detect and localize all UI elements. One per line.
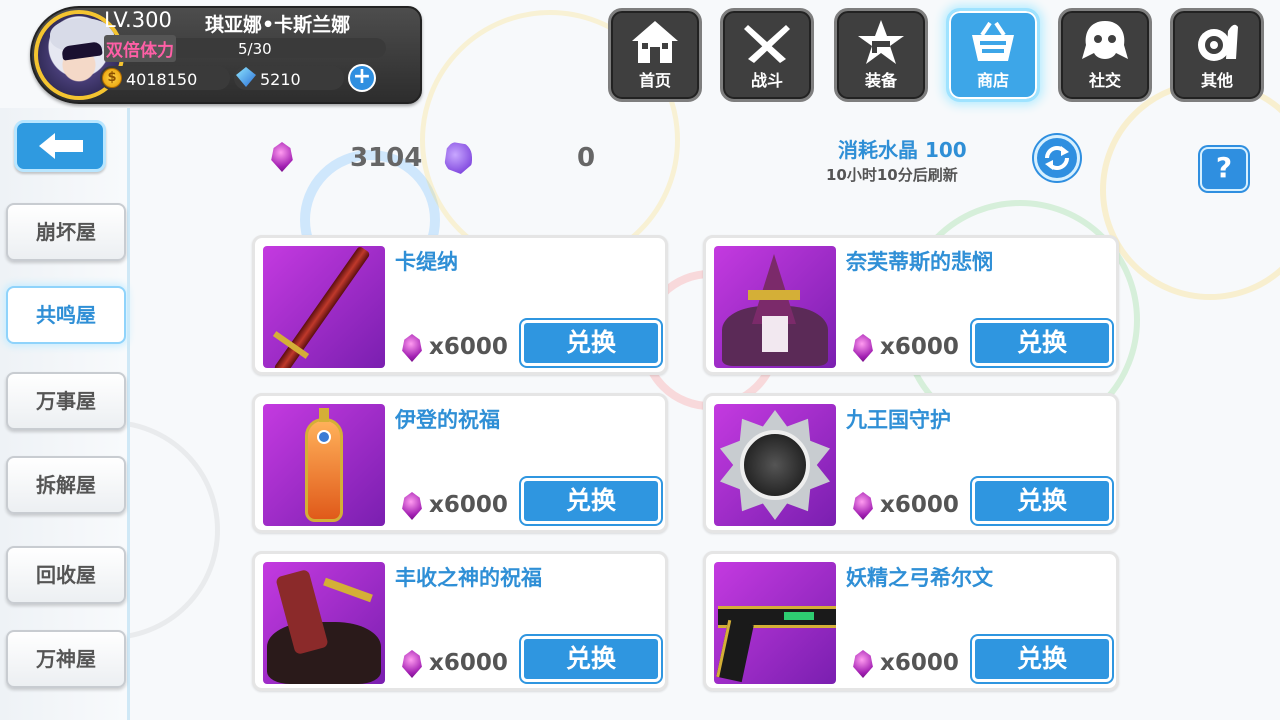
- house-icon: [632, 21, 678, 63]
- swirl-amount: 0: [577, 143, 596, 173]
- item-name: 九王国守护: [846, 408, 951, 432]
- item-price: x6000: [429, 650, 508, 676]
- item-price: x6000: [880, 492, 959, 518]
- back-arrow-icon: [39, 133, 83, 159]
- shop-item-card: 奈芙蒂斯的悲悯 x6000 兑换: [703, 235, 1119, 375]
- item-price: x6000: [429, 334, 508, 360]
- exchange-button[interactable]: 兑换: [972, 636, 1112, 682]
- nav-battle-button[interactable]: 战斗: [720, 8, 814, 102]
- refresh-countdown: 10小时10分后刷新: [826, 166, 958, 184]
- exchange-button[interactable]: 兑换: [972, 320, 1112, 366]
- item-name: 妖精之弓希尔文: [846, 566, 993, 590]
- nav-shop-label: 商店: [976, 71, 1009, 90]
- sidebar-item-honkai-house[interactable]: 崩坏屋: [6, 203, 126, 261]
- help-button[interactable]: ?: [1200, 147, 1248, 191]
- item-price: x6000: [880, 334, 959, 360]
- purple-swirl-icon: [444, 142, 472, 174]
- crystal-amount: 3104: [350, 143, 423, 173]
- purple-crystal-icon: [271, 142, 293, 172]
- nav-other-label: 其他: [1200, 71, 1233, 90]
- refresh-cost: 消耗水晶 100: [838, 138, 967, 162]
- exchange-button[interactable]: 兑换: [521, 636, 661, 682]
- player-name: 琪亚娜•卡斯兰娜: [205, 14, 351, 36]
- shop-item-card: 丰收之神的祝福 x6000 兑换: [252, 551, 668, 691]
- crossed-swords-icon: [744, 25, 790, 63]
- price-crystal-icon: [402, 650, 422, 678]
- nav-social-label: 社交: [1088, 71, 1121, 90]
- refresh-button[interactable]: [1034, 135, 1080, 181]
- price-crystal-icon: [402, 334, 422, 362]
- shopping-basket-icon: [972, 21, 1014, 61]
- price-crystal-icon: [853, 650, 873, 678]
- item-name: 卡缇纳: [395, 250, 458, 274]
- add-currency-button[interactable]: +: [348, 64, 376, 92]
- skirt-icon: [263, 562, 385, 684]
- nav-equip-label: 装备: [864, 71, 897, 90]
- shop-item-card: 卡缇纳 x6000 兑换: [252, 235, 668, 375]
- price-crystal-icon: [402, 492, 422, 520]
- pistol-icon: [714, 562, 836, 684]
- stamina-label: 双倍体力: [104, 35, 176, 62]
- price-crystal-icon: [853, 334, 873, 362]
- sidebar-item-pantheon-house[interactable]: 万神屋: [6, 630, 126, 688]
- refresh-icon: [1045, 146, 1069, 170]
- nav-home-button[interactable]: 首页: [608, 8, 702, 102]
- shop-item-card: 九王国守护 x6000 兑换: [703, 393, 1119, 533]
- sword-icon: [263, 246, 385, 368]
- item-name: 奈芙蒂斯的悲悯: [846, 250, 993, 274]
- gem-amount: 5210: [260, 70, 301, 89]
- nav-battle-label: 战斗: [750, 71, 783, 90]
- star-gun-icon: [858, 20, 904, 64]
- shop-item-card: 伊登的祝福 x6000 兑换: [252, 393, 668, 533]
- snail-icon: [1198, 24, 1238, 61]
- item-price: x6000: [429, 492, 508, 518]
- lantern-icon: [263, 404, 385, 526]
- stamina-value: 5/30: [238, 40, 272, 58]
- medal-tree-icon: [714, 404, 836, 526]
- item-price: x6000: [880, 650, 959, 676]
- sidebar-item-general-house[interactable]: 万事屋: [6, 372, 126, 430]
- nav-shop-button[interactable]: 商店: [946, 8, 1040, 102]
- sidebar-item-recycle-house[interactable]: 回收屋: [6, 546, 126, 604]
- exchange-button[interactable]: 兑换: [972, 478, 1112, 524]
- item-name: 丰收之神的祝福: [395, 566, 542, 590]
- player-level: LV.300: [104, 8, 172, 32]
- gold-amount: 4018150: [126, 70, 198, 89]
- sidebar-item-resonance-house[interactable]: 共鸣屋: [6, 286, 126, 344]
- back-button[interactable]: [14, 120, 106, 172]
- item-name: 伊登的祝福: [395, 408, 500, 432]
- nav-social-button[interactable]: 社交: [1058, 8, 1152, 102]
- shop-item-card: 妖精之弓希尔文 x6000 兑换: [703, 551, 1119, 691]
- exchange-button[interactable]: 兑换: [521, 478, 661, 524]
- nav-other-button[interactable]: 其他: [1170, 8, 1264, 102]
- sidebar-item-dismantle-house[interactable]: 拆解屋: [6, 456, 126, 514]
- nav-equip-button[interactable]: 装备: [834, 8, 928, 102]
- gold-coin-icon: $: [102, 68, 122, 88]
- price-crystal-icon: [853, 492, 873, 520]
- ghost-face-icon: [1082, 21, 1128, 59]
- witch-hat-icon: [714, 246, 836, 368]
- exchange-button[interactable]: 兑换: [521, 320, 661, 366]
- nav-home-label: 首页: [638, 71, 671, 90]
